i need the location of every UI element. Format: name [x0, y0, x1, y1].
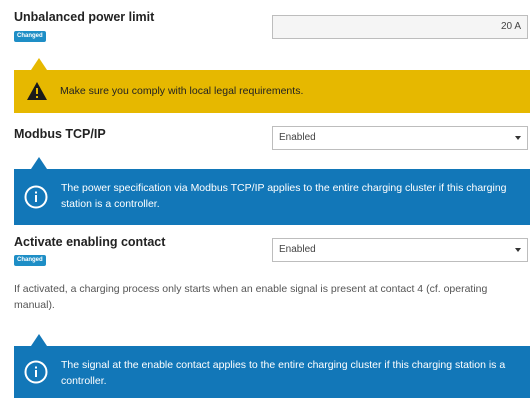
- warning-text: Make sure you comply with local legal re…: [60, 85, 304, 97]
- modbus-select-value: Enabled: [279, 132, 316, 143]
- enabling-contact-select[interactable]: Enabled: [272, 238, 528, 262]
- power-limit-label: Unbalanced power limit: [14, 10, 155, 24]
- chevron-down-icon: [515, 136, 521, 140]
- enabling-contact-info-callout: The signal at the enable contact applies…: [14, 346, 530, 398]
- info-pointer: [31, 334, 47, 346]
- chevron-down-icon: [515, 248, 521, 252]
- enabling-contact-label: Activate enabling contact: [14, 235, 166, 249]
- info-circle-icon: [24, 185, 48, 214]
- changed-badge: Changed: [14, 31, 46, 42]
- modbus-info-text: The power specification via Modbus TCP/I…: [61, 182, 507, 210]
- warning-triangle-icon: [26, 81, 48, 106]
- enabling-contact-info-text: The signal at the enable contact applies…: [61, 359, 506, 387]
- modbus-label: Modbus TCP/IP: [14, 127, 106, 141]
- info-circle-icon: [24, 360, 48, 389]
- modbus-info-callout: The power specification via Modbus TCP/I…: [14, 169, 530, 225]
- enabling-contact-select-value: Enabled: [279, 244, 316, 255]
- modbus-select[interactable]: Enabled: [272, 126, 528, 150]
- changed-badge: Changed: [14, 255, 46, 266]
- info-pointer: [31, 157, 47, 169]
- warning-pointer: [31, 58, 47, 70]
- enabling-contact-description: If activated, a charging process only st…: [14, 283, 488, 311]
- warning-callout: Make sure you comply with local legal re…: [14, 70, 530, 113]
- power-limit-input[interactable]: 20 A: [272, 15, 528, 39]
